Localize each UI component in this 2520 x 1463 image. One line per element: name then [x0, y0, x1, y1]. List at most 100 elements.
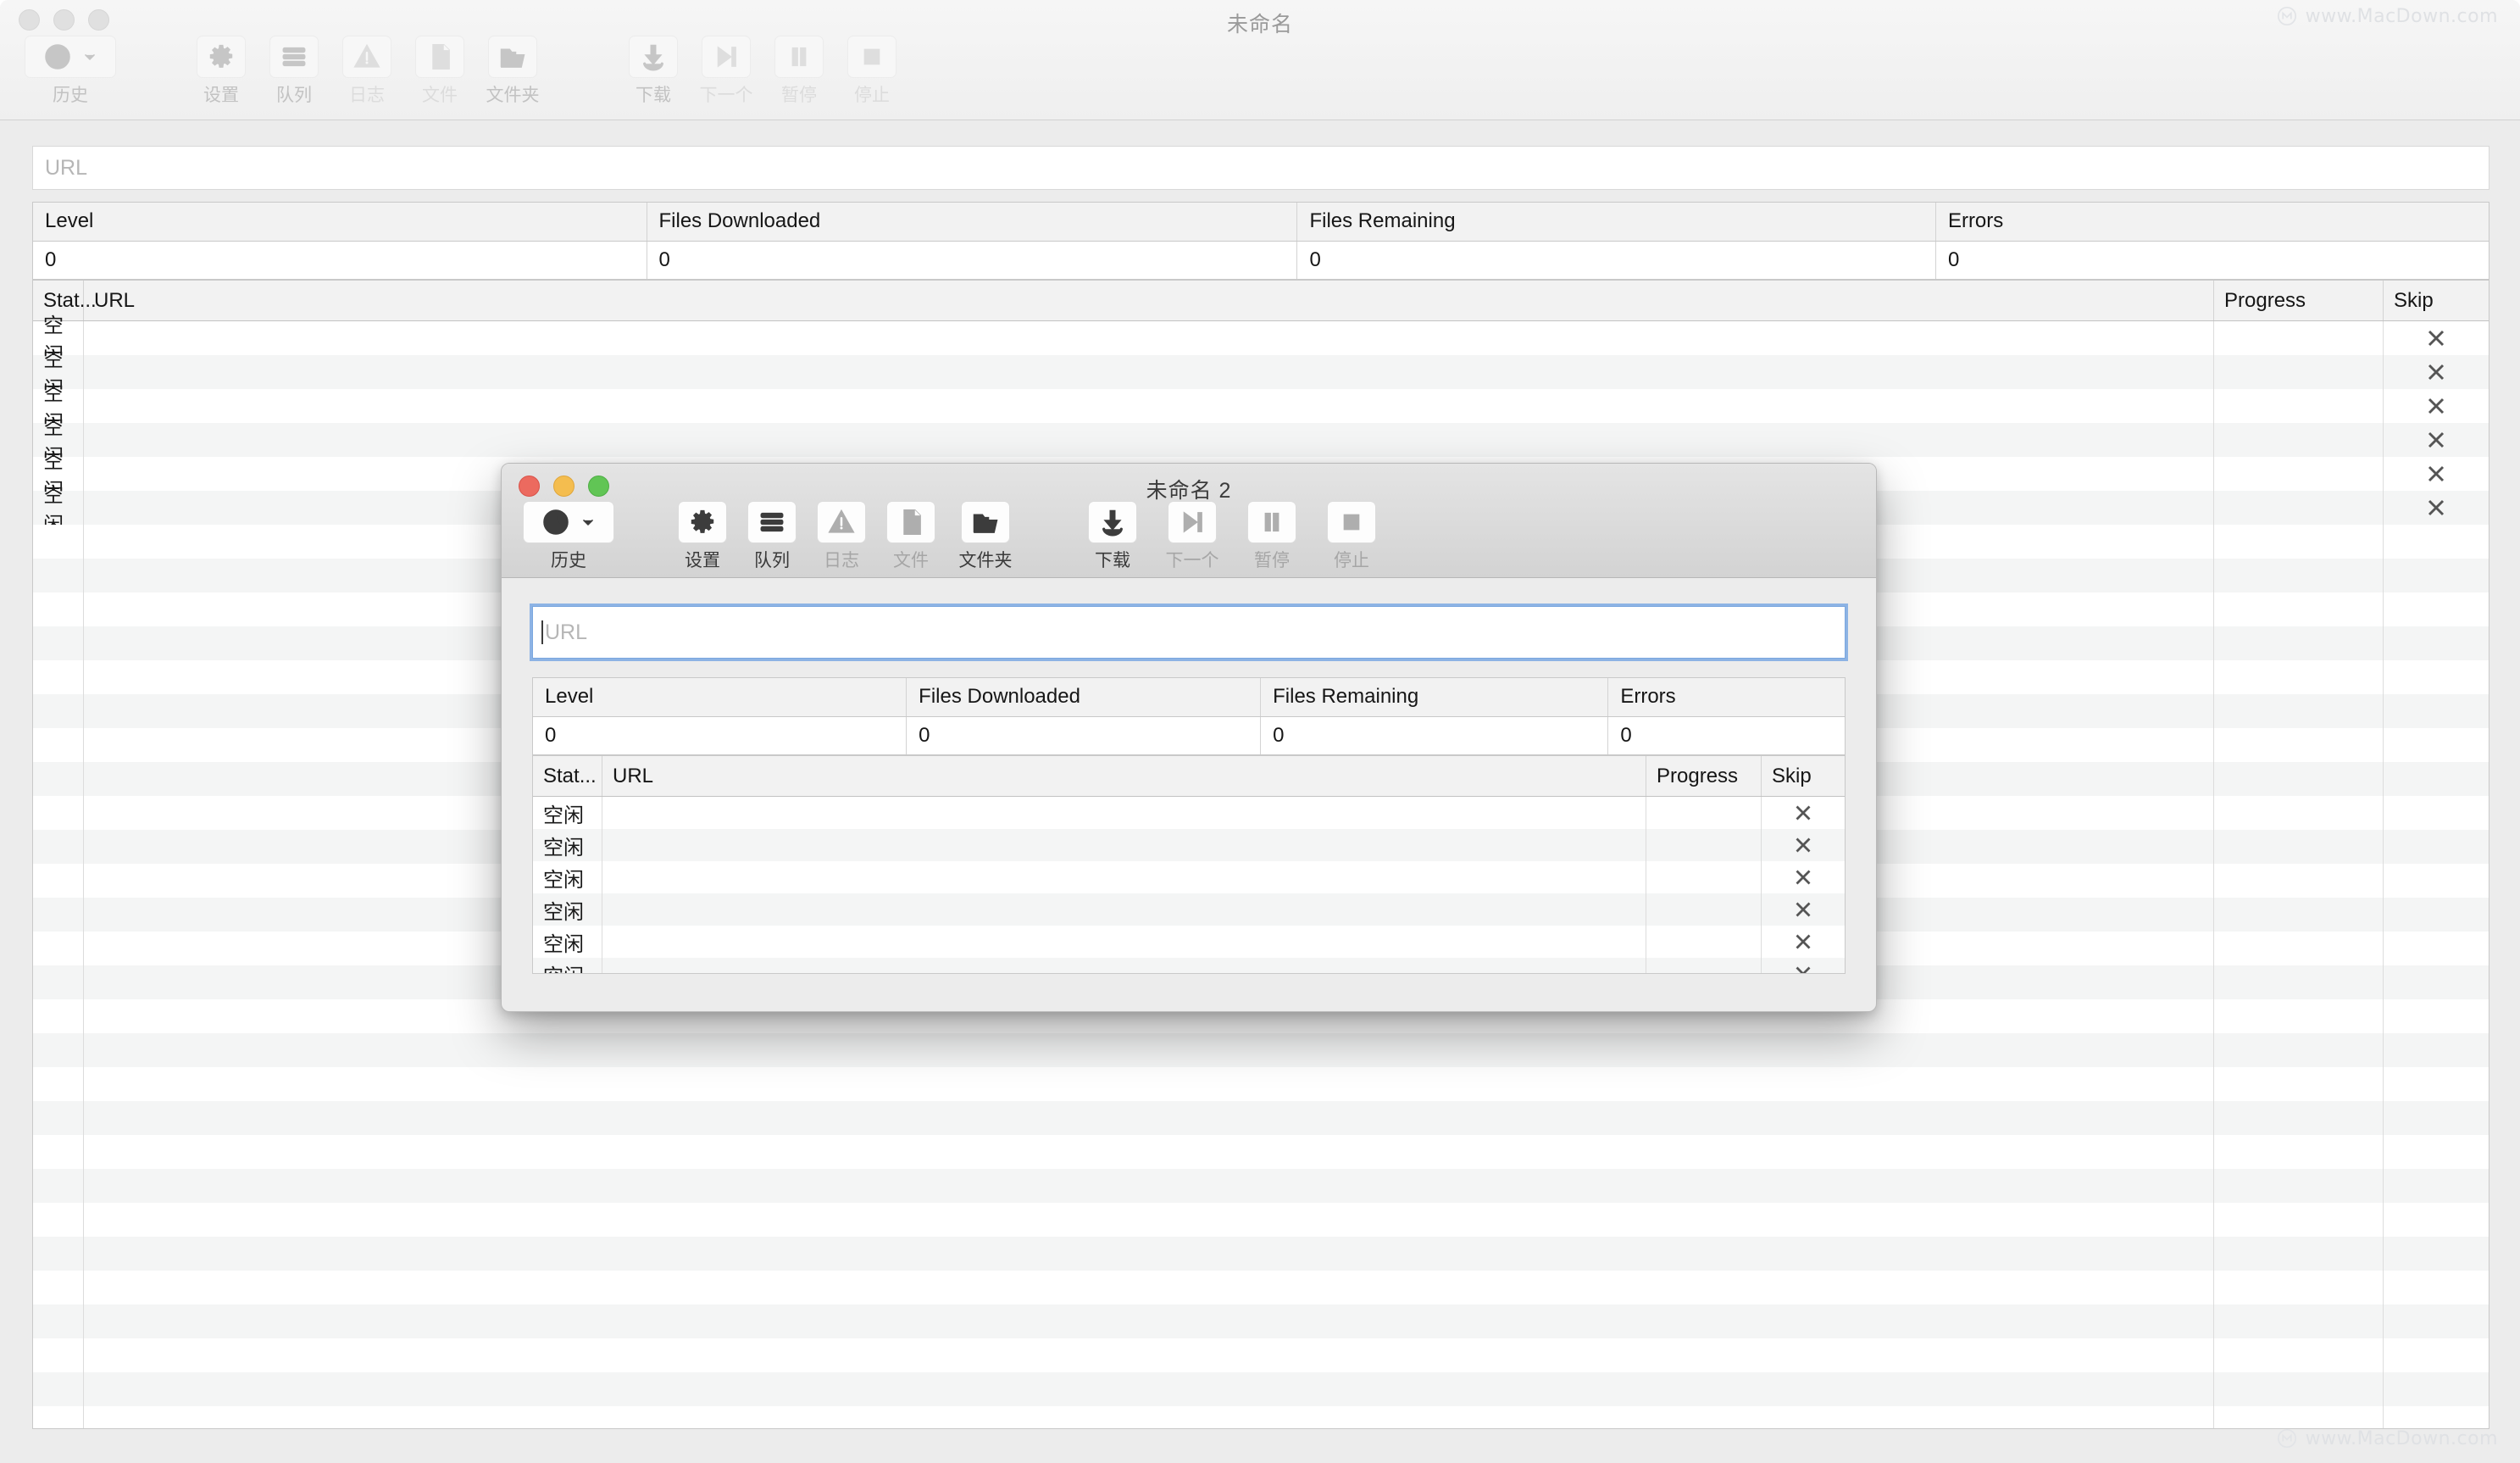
file-button-face[interactable] — [886, 501, 935, 543]
column-header-status[interactable]: Stat... — [533, 756, 602, 796]
x-icon[interactable] — [1790, 865, 1816, 890]
settings-button-face[interactable] — [678, 501, 727, 543]
dialog-toolbar[interactable]: 历史 设置 队列 日志 文件 文件夹 下载 下一个 暂停 停止 — [502, 501, 1876, 572]
column-header-skip[interactable]: Skip — [2384, 281, 2489, 320]
cell-skip[interactable] — [2384, 1033, 2489, 1067]
toolbar-button-queue[interactable]: 队列 — [737, 501, 807, 572]
dialog-titlebar[interactable]: 未命名 2 历史 设置 队列 日志 文件 文件夹 下载 下一个 暂停 停止 — [502, 464, 1876, 578]
cell-skip[interactable] — [2384, 864, 2489, 898]
download-button-face[interactable] — [1088, 501, 1137, 543]
cell-skip[interactable] — [2384, 559, 2489, 592]
x-icon[interactable] — [2423, 494, 2450, 521]
toolbar-button-history[interactable]: 历史 — [15, 36, 125, 107]
toolbar-button-folder[interactable]: 文件夹 — [476, 36, 549, 107]
toolbar-button-queue[interactable]: 队列 — [258, 36, 330, 107]
cell-skip[interactable] — [2384, 491, 2489, 525]
x-icon[interactable] — [1790, 929, 1816, 954]
toolbar-button-stop[interactable]: 停止 — [1312, 501, 1391, 572]
x-icon[interactable] — [1790, 961, 1816, 974]
downloads-table-header[interactable]: Stat... URL Progress Skip — [533, 756, 1845, 797]
x-icon[interactable] — [1790, 832, 1816, 858]
downloads-table[interactable]: Stat... URL Progress Skip 空闲空闲空闲空闲空闲空闲 — [532, 755, 1846, 974]
cell-skip[interactable] — [2384, 1237, 2489, 1271]
toolbar-button-pause[interactable]: 暂停 — [1232, 501, 1312, 572]
log-button-face[interactable] — [342, 36, 391, 78]
cell-skip[interactable] — [2384, 1169, 2489, 1203]
toolbar-button-download[interactable]: 下载 — [1073, 501, 1152, 572]
background-window-titlebar[interactable]: 未命名 历史 设置 队列 日志 文件 文件夹 下载 下一个 暂停 停止 — [0, 0, 2520, 120]
queue-button-face[interactable] — [269, 36, 319, 78]
pause-button-face[interactable] — [1247, 501, 1296, 543]
table-row[interactable] — [33, 1372, 2489, 1406]
pause-button-face[interactable] — [774, 36, 824, 78]
next-button-face[interactable] — [702, 36, 751, 78]
cell-skip[interactable] — [2384, 389, 2489, 423]
cell-skip[interactable] — [2384, 1067, 2489, 1101]
table-row[interactable] — [33, 1304, 2489, 1338]
table-row[interactable]: 空闲 — [533, 893, 1845, 926]
toolbar-button-next[interactable]: 下一个 — [690, 36, 763, 107]
toolbar-button-pause[interactable]: 暂停 — [763, 36, 835, 107]
cell-skip[interactable] — [2384, 1372, 2489, 1406]
cell-skip[interactable] — [2384, 1203, 2489, 1237]
table-row[interactable] — [33, 1067, 2489, 1101]
next-button-face[interactable] — [1168, 501, 1217, 543]
cell-skip[interactable] — [2384, 626, 2489, 660]
cell-skip[interactable] — [1762, 797, 1845, 829]
toolbar-button-history[interactable]: 历史 — [513, 501, 624, 572]
cell-skip[interactable] — [2384, 1338, 2489, 1372]
cell-skip[interactable] — [2384, 355, 2489, 389]
toolbar-button-stop[interactable]: 停止 — [835, 36, 908, 107]
cell-skip[interactable] — [2384, 1304, 2489, 1338]
table-row[interactable] — [33, 1338, 2489, 1372]
history-popup-button[interactable] — [25, 36, 116, 78]
toolbar-button-settings[interactable]: 设置 — [185, 36, 258, 107]
toolbar-button-folder[interactable]: 文件夹 — [946, 501, 1025, 572]
settings-button-face[interactable] — [197, 36, 246, 78]
x-icon[interactable] — [2423, 359, 2450, 386]
toolbar-button-file[interactable]: 文件 — [876, 501, 946, 572]
cell-skip[interactable] — [2384, 592, 2489, 626]
cell-skip[interactable] — [2384, 796, 2489, 830]
toolbar-button-file[interactable]: 文件 — [403, 36, 476, 107]
cell-skip[interactable] — [2384, 965, 2489, 999]
column-header-skip[interactable]: Skip — [1762, 756, 1845, 796]
cell-skip[interactable] — [2384, 457, 2489, 491]
cell-skip[interactable] — [2384, 898, 2489, 932]
folder-button-face[interactable] — [488, 36, 537, 78]
column-header-url[interactable]: URL — [84, 281, 2214, 320]
file-button-face[interactable] — [415, 36, 464, 78]
column-header-progress[interactable]: Progress — [1646, 756, 1762, 796]
history-popup-button[interactable] — [523, 501, 614, 543]
cell-skip[interactable] — [2384, 762, 2489, 796]
table-row[interactable] — [33, 1406, 2489, 1428]
x-icon[interactable] — [2423, 460, 2450, 487]
table-row[interactable]: 空闲 — [33, 382, 2489, 435]
cell-skip[interactable] — [2384, 1135, 2489, 1169]
table-row[interactable]: 空闲 — [533, 861, 1845, 893]
log-button-face[interactable] — [817, 501, 866, 543]
cell-skip[interactable] — [2384, 321, 2489, 355]
cell-skip[interactable] — [1762, 893, 1845, 926]
cell-skip[interactable] — [1762, 829, 1845, 861]
x-icon[interactable] — [2423, 392, 2450, 420]
column-header-url[interactable]: URL — [602, 756, 1646, 796]
table-row[interactable]: 空闲 — [33, 348, 2489, 401]
table-row[interactable]: 空闲 — [33, 314, 2489, 367]
table-row[interactable]: 空闲 — [533, 958, 1845, 974]
toolbar-button-download[interactable]: 下载 — [617, 36, 690, 107]
x-icon[interactable] — [2423, 325, 2450, 352]
toolbar-button-log[interactable]: 日志 — [807, 501, 876, 572]
x-icon[interactable] — [1790, 800, 1816, 826]
cell-skip[interactable] — [2384, 728, 2489, 762]
table-row[interactable] — [33, 1271, 2489, 1304]
downloads-table-header[interactable]: Stat... URL Progress Skip — [33, 281, 2489, 321]
x-icon[interactable] — [1790, 897, 1816, 922]
table-row[interactable] — [33, 1033, 2489, 1067]
cell-skip[interactable] — [2384, 830, 2489, 864]
table-row[interactable]: 空闲 — [533, 926, 1845, 958]
downloads-table-body[interactable]: 空闲空闲空闲空闲空闲空闲 — [533, 797, 1845, 974]
cell-skip[interactable] — [2384, 694, 2489, 728]
cell-skip[interactable] — [2384, 525, 2489, 559]
cell-skip[interactable] — [2384, 1406, 2489, 1428]
